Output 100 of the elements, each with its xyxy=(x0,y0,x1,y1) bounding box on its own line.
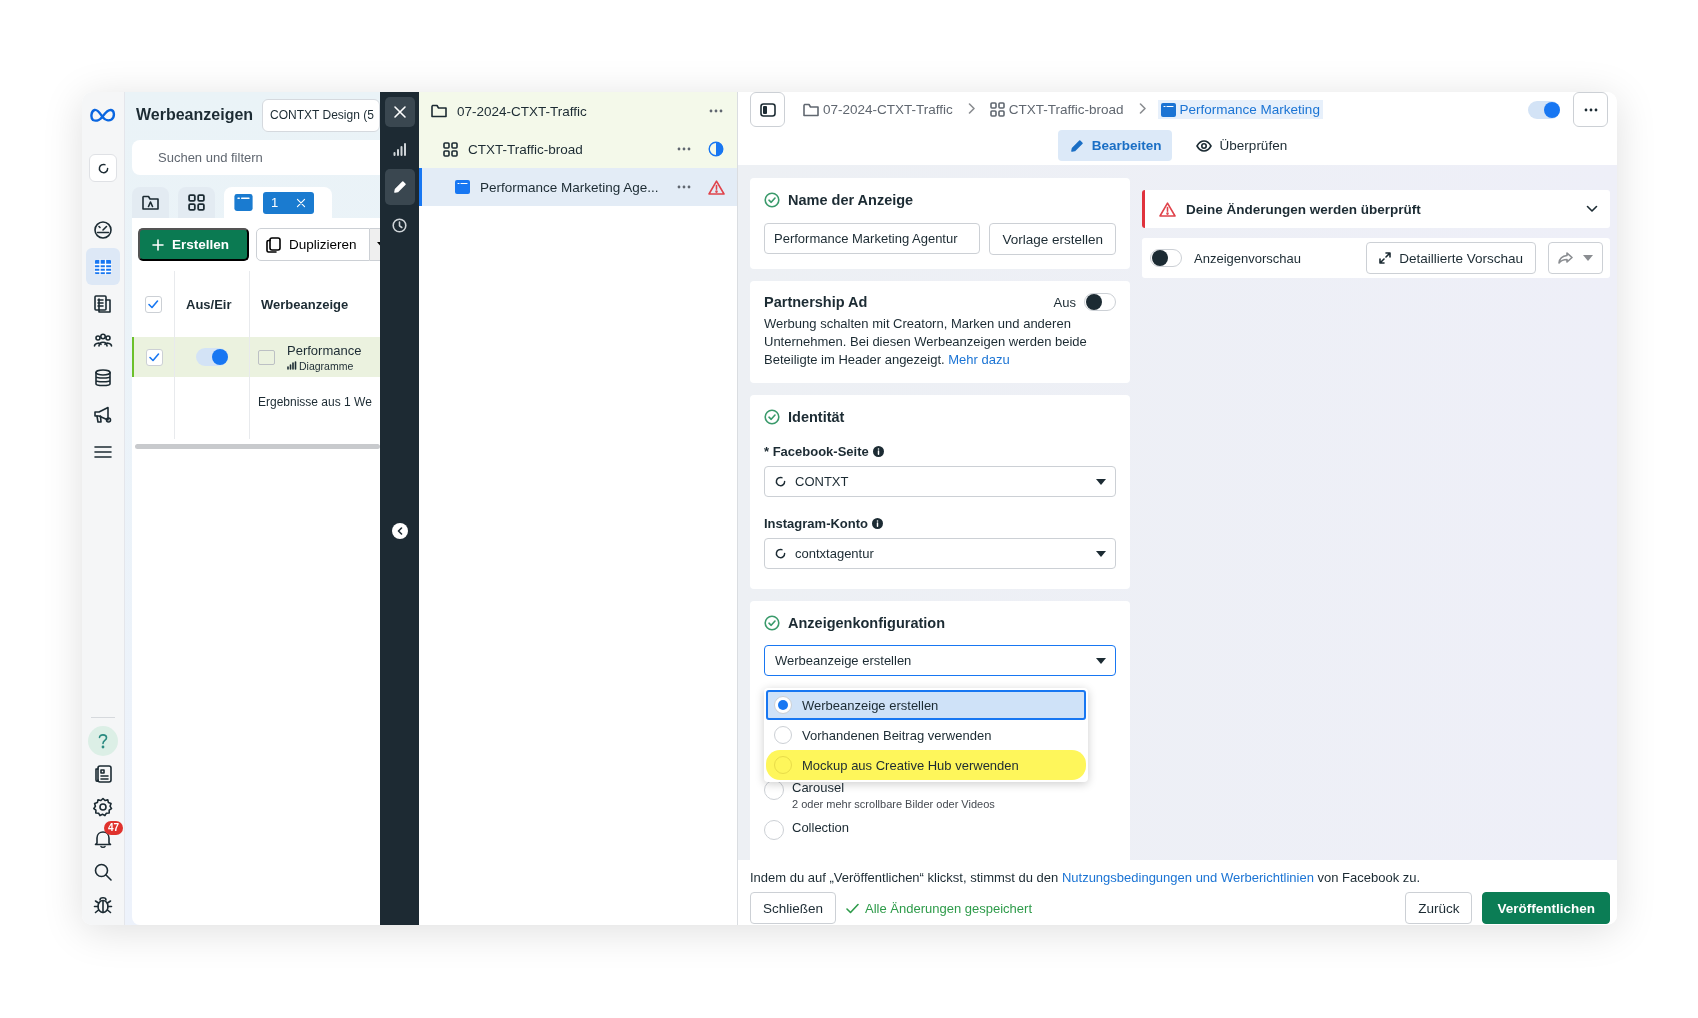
toggle-label: Aus xyxy=(1053,294,1076,310)
more-icon xyxy=(1583,107,1598,112)
close-button[interactable]: Schließen xyxy=(750,892,837,924)
breadcrumb[interactable]: 07-2024-CTXT-Traffic xyxy=(800,100,956,119)
menu-option[interactable]: Vorhandenen Beitrag verwenden xyxy=(766,720,1086,750)
grid-icon xyxy=(443,141,458,157)
radio-button[interactable] xyxy=(764,820,784,840)
toggle-switch[interactable] xyxy=(196,348,228,366)
search-field[interactable]: Suchen und filtern xyxy=(132,140,380,175)
mode-tab[interactable]: Bearbeiten xyxy=(1057,130,1172,161)
publish-button[interactable]: Veröffentlichen xyxy=(1482,892,1610,924)
tree-label: CTXT-Traffic-broad xyxy=(468,141,584,157)
create-button[interactable]: Erstellen xyxy=(138,228,250,261)
results-text: Ergebnisse aus 1 We xyxy=(258,395,372,409)
radio-button[interactable] xyxy=(764,780,784,800)
detailed-preview-button[interactable]: Detaillierte Vorschau xyxy=(1366,242,1536,274)
saved-status: Alle Änderungen gespeichert xyxy=(846,900,1032,916)
chart-link[interactable]: Diagramme xyxy=(299,359,354,372)
toggle-switch[interactable] xyxy=(1528,100,1560,119)
info-icon xyxy=(872,446,884,457)
close-button[interactable] xyxy=(384,97,415,127)
select-field[interactable]: CONTXT xyxy=(764,466,1116,497)
more-icon xyxy=(677,185,691,189)
chevron-left-icon xyxy=(396,527,403,535)
column-header: Aus/Eir xyxy=(186,296,232,312)
notification-badge: 47 xyxy=(104,820,124,835)
bug-icon xyxy=(93,894,113,915)
checkbox[interactable] xyxy=(144,295,162,313)
terms-link[interactable]: Nutzungsbedingungen und Werberichtlinien xyxy=(1061,870,1314,885)
checkbox[interactable] xyxy=(145,348,163,366)
breadcrumb[interactable]: Performance Marketing xyxy=(1157,100,1323,119)
checkmark-icon xyxy=(148,351,160,363)
plus-icon xyxy=(152,238,164,251)
tool-button[interactable] xyxy=(384,169,415,205)
menu-option[interactable]: Werbeanzeige erstellen xyxy=(766,690,1086,720)
warning-icon xyxy=(707,179,725,195)
folder-icon xyxy=(803,102,819,117)
expand-icon xyxy=(1379,252,1392,264)
radio-button[interactable] xyxy=(774,726,792,744)
description-text: Werbung schalten mit Creatorn, Marken und anderen Unternehmen. Bei diesen Werbeanzeigen werden beide Beteiligte im Header angezeigt. Mehr dazu xyxy=(764,315,1088,369)
share-button[interactable] xyxy=(1548,242,1603,274)
ad-thumbnail-icon xyxy=(258,349,275,365)
template-button[interactable]: Vorlage erstellen xyxy=(989,223,1116,255)
checkmark-icon xyxy=(147,298,159,310)
level-tab[interactable]: 1 xyxy=(224,187,332,218)
toggle-switch[interactable] xyxy=(1084,293,1116,311)
panel-title: Werbeanzeigen xyxy=(136,106,254,124)
chart-icon xyxy=(287,361,297,370)
spinner-icon xyxy=(775,476,786,487)
check-icon xyxy=(846,902,860,914)
field-label: Instagram-Konto xyxy=(764,516,868,531)
share-icon xyxy=(1558,252,1573,264)
half-circle-icon xyxy=(708,141,724,157)
grid-icon xyxy=(989,102,1005,117)
tree-row[interactable]: Performance Marketing Age... xyxy=(419,168,737,206)
ad-name[interactable]: Performance xyxy=(287,342,362,358)
select-field[interactable]: Werbeanzeige erstellen xyxy=(764,645,1116,676)
refresh-button[interactable] xyxy=(89,154,117,182)
meta-logo xyxy=(90,108,116,122)
collapse-button[interactable] xyxy=(391,523,408,539)
ad-name-field[interactable]: Performance Marketing Agentur xyxy=(764,223,981,254)
newspaper-icon xyxy=(93,763,113,784)
ad-icon xyxy=(455,180,470,194)
section-title: Anzeigenkonfiguration xyxy=(788,615,946,631)
documents-icon xyxy=(93,293,113,314)
selection-chip[interactable]: 1 xyxy=(263,191,315,214)
scrollbar[interactable] xyxy=(135,444,380,449)
tree-row[interactable]: CTXT-Traffic-broad xyxy=(419,130,737,168)
table-icon xyxy=(93,256,113,277)
folder-icon xyxy=(431,104,447,118)
caret-down-icon xyxy=(1583,255,1593,261)
toggle-label: Anzeigenvorschau xyxy=(1194,250,1302,266)
chevron-down-icon[interactable] xyxy=(1586,205,1598,213)
sidebar-toggle-button[interactable] xyxy=(750,92,785,127)
caret-down-icon xyxy=(1096,550,1106,557)
account-selector[interactable]: CONTXT Design (5 xyxy=(262,98,380,132)
section-title: Name der Anzeige xyxy=(788,192,914,208)
warning-icon xyxy=(1159,201,1176,217)
menu-option[interactable]: Mockup aus Creative Hub verwenden xyxy=(766,750,1086,780)
chevron-right-icon xyxy=(967,103,975,114)
breadcrumb[interactable]: CTXT-Traffic-broad xyxy=(986,100,1127,119)
info-icon xyxy=(872,518,883,529)
caret-down-icon xyxy=(1096,478,1106,485)
chart-icon xyxy=(392,142,407,156)
toggle-switch[interactable] xyxy=(1150,249,1182,267)
duplicate-button[interactable]: Duplizieren xyxy=(256,228,370,261)
caret-down-icon xyxy=(1096,657,1106,664)
tree-row[interactable]: 07-2024-CTXT-Traffic xyxy=(419,92,737,130)
back-button[interactable]: Zurück xyxy=(1405,892,1473,924)
radio-button[interactable] xyxy=(774,696,792,714)
learn-more-link[interactable]: Mehr dazu xyxy=(948,352,1010,367)
spinner-icon xyxy=(97,162,109,174)
level-tab[interactable] xyxy=(178,187,215,218)
level-tab[interactable] xyxy=(132,187,169,218)
pencil-icon xyxy=(1069,138,1084,153)
mode-tab[interactable]: Überprüfen xyxy=(1183,130,1298,161)
select-field[interactable]: contxtagentur xyxy=(764,538,1116,569)
field-label: * Facebook-Seite xyxy=(764,444,869,459)
spinner-icon xyxy=(775,548,786,559)
column-header: Werbeanzeige xyxy=(261,296,349,312)
